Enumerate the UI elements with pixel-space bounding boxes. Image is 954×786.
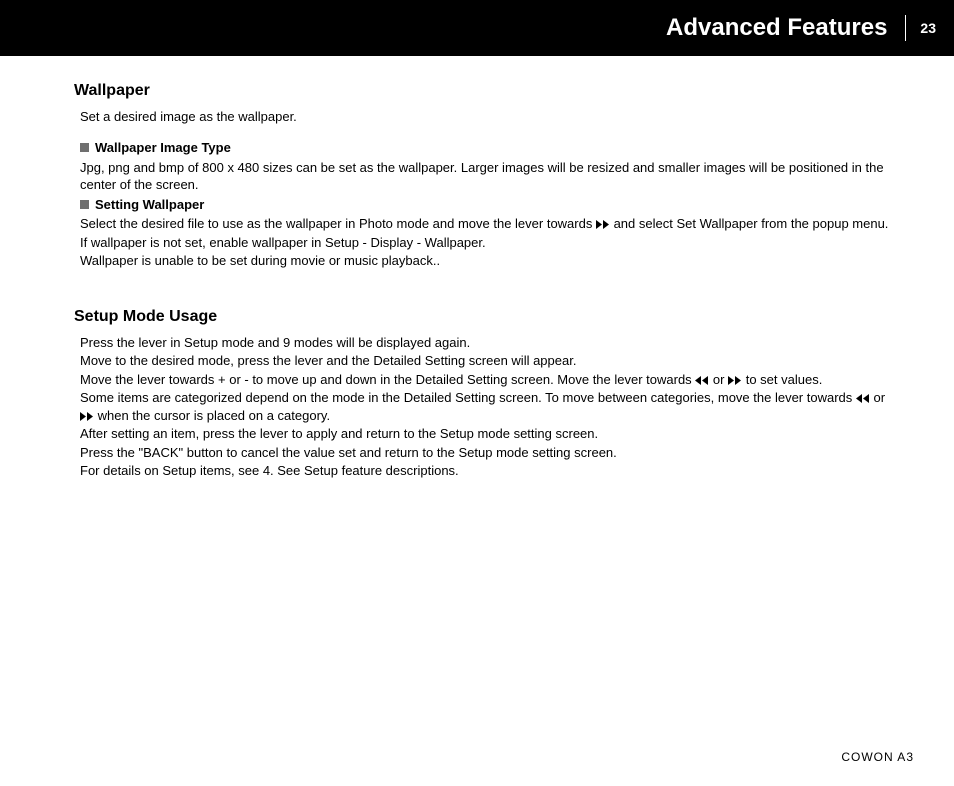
wallpaper-image-type-label: Wallpaper Image Type	[95, 139, 231, 157]
setup-line3a: Move the lever towards + or - to move up…	[80, 372, 695, 387]
setting-wallpaper-line1: Select the desired file to use as the wa…	[80, 215, 894, 233]
page-number: 23	[910, 20, 946, 36]
page-header-title: Advanced Features	[666, 14, 901, 42]
setup-line7: For details on Setup items, see 4. See S…	[80, 462, 894, 480]
wallpaper-image-type-block: Wallpaper Image Type Jpg, png and bmp of…	[80, 139, 894, 194]
setup-line6: Press the "BACK" button to cancel the va…	[80, 444, 894, 462]
setup-line4: Some items are categorized depend on the…	[80, 389, 894, 424]
square-bullet-icon	[80, 143, 89, 152]
setting-wallpaper-line1a: Select the desired file to use as the wa…	[80, 216, 596, 231]
fast-forward-icon	[596, 220, 610, 229]
wallpaper-image-type-body: Jpg, png and bmp of 800 x 480 sizes can …	[80, 159, 894, 194]
setting-wallpaper-line3: Wallpaper is unable to be set during mov…	[80, 252, 894, 270]
setting-wallpaper-line1b: and select Set Wallpaper from the popup …	[610, 216, 888, 231]
setting-wallpaper-line2: If wallpaper is not set, enable wallpape…	[80, 234, 894, 252]
setup-line4a: Some items are categorized depend on the…	[80, 390, 856, 405]
footer-brand: COWON A3	[841, 750, 914, 764]
rewind-icon	[695, 376, 709, 385]
fast-forward-icon	[80, 412, 94, 421]
setup-line3: Move the lever towards + or - to move up…	[80, 371, 894, 389]
setup-line3b: to set values.	[742, 372, 822, 387]
header-bar: Advanced Features 23	[0, 0, 954, 56]
rewind-icon	[856, 394, 870, 403]
setting-wallpaper-heading: Setting Wallpaper	[80, 196, 894, 214]
setup-line2: Move to the desired mode, press the leve…	[80, 352, 894, 370]
square-bullet-icon	[80, 200, 89, 209]
header-divider	[905, 15, 906, 41]
section-heading-setup: Setup Mode Usage	[74, 306, 894, 328]
setup-line4b: when the cursor is placed on a category.	[94, 408, 330, 423]
page-content: Wallpaper Set a desired image as the wal…	[0, 56, 954, 480]
setup-line1: Press the lever in Setup mode and 9 mode…	[80, 334, 894, 352]
setup-line4-or: or	[870, 390, 885, 405]
setting-wallpaper-block: Setting Wallpaper Select the desired fil…	[80, 196, 894, 270]
fast-forward-icon	[728, 376, 742, 385]
setup-line5: After setting an item, press the lever t…	[80, 425, 894, 443]
wallpaper-image-type-heading: Wallpaper Image Type	[80, 139, 894, 157]
wallpaper-intro: Set a desired image as the wallpaper.	[80, 108, 894, 126]
setting-wallpaper-label: Setting Wallpaper	[95, 196, 204, 214]
section-heading-wallpaper: Wallpaper	[74, 80, 894, 102]
setup-line3-or: or	[709, 372, 728, 387]
